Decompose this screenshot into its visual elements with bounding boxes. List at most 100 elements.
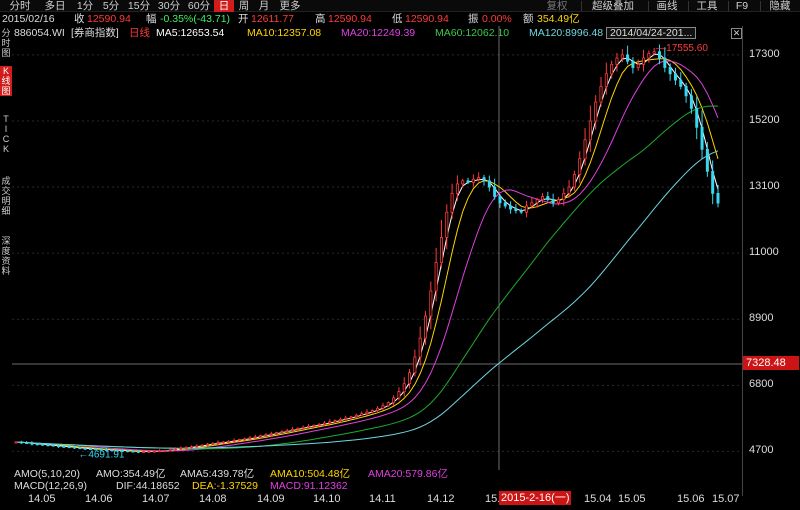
side-tab-4[interactable]: 深度资料	[0, 236, 12, 276]
candle-body-73	[402, 383, 406, 393]
candle-body-124	[673, 73, 677, 81]
candle-body-69	[381, 405, 385, 409]
candle-body-79	[434, 262, 438, 292]
candle-body-32	[184, 446, 188, 449]
period-button-9[interactable]: 月	[254, 0, 274, 12]
candle-body-7	[51, 444, 55, 447]
tool-button-4[interactable]: F9	[730, 0, 754, 12]
price-tick-1: 6800	[749, 378, 774, 391]
side-tab-2[interactable]: TICK	[0, 114, 12, 154]
date-tick-10: 15.04	[584, 493, 612, 505]
price-tick-4: 13100	[749, 180, 780, 193]
period-toolbar: 分时 多日 1分 5分 15分 30分 60分日周月更多 复权 超级叠加 画线 工具 F9 隐藏	[0, 0, 800, 12]
amplitude-value: 0.00%	[482, 13, 512, 25]
candle-body-72	[397, 391, 401, 399]
candle-body-9	[62, 445, 66, 448]
candle-body-26	[152, 450, 156, 453]
candle-body-63	[349, 416, 353, 419]
candle-body-101	[551, 199, 555, 204]
candle-body-130	[705, 148, 709, 172]
period-button-7[interactable]: 日	[214, 0, 234, 12]
candle-body-100	[546, 196, 550, 201]
cursor-date-marker: 2015-2-16(一)	[499, 491, 572, 505]
candle-body-109	[594, 101, 598, 122]
period-button-1[interactable]: 多日	[38, 0, 72, 12]
amount-label: 额	[523, 13, 534, 25]
side-tab-0[interactable]: 分时图	[0, 28, 12, 58]
high-label: 高	[315, 13, 326, 25]
candle-body-2	[25, 442, 29, 445]
candle-body-126	[684, 85, 688, 97]
candle-body-51	[285, 430, 289, 433]
period-button-4[interactable]: 15分	[124, 0, 154, 12]
high-value: 12590.94	[328, 13, 372, 25]
candle-body-1	[19, 441, 23, 444]
period-button-0[interactable]: 分时	[2, 0, 38, 12]
low-label: 低	[392, 13, 403, 25]
date-tick-12: 15.06	[677, 493, 705, 505]
period-button-8[interactable]: 周	[234, 0, 254, 12]
candle-body-31	[179, 447, 183, 450]
ma-line-ma10	[15, 58, 719, 452]
candle-body-112	[610, 63, 614, 75]
candle-body-45	[253, 436, 257, 439]
candle-body-46	[259, 435, 263, 438]
candle-body-57	[317, 423, 321, 426]
candle-body-128	[695, 107, 699, 128]
candle-body-103	[562, 192, 566, 201]
candle-body-114	[620, 54, 624, 59]
candle-body-42	[237, 439, 241, 441]
candle-body-113	[615, 57, 619, 65]
date-tick-5: 14.10	[313, 493, 341, 505]
change-value: -0.35%(-43.71)	[160, 13, 231, 25]
period-button-10[interactable]: 更多	[274, 0, 306, 12]
tool-button-0[interactable]: 复权	[537, 0, 577, 12]
candle-body-102	[556, 199, 560, 204]
side-tab-3[interactable]: 成交明细	[0, 176, 12, 216]
tool-button-2[interactable]: 画线	[650, 0, 684, 12]
candle-body-120	[652, 51, 656, 54]
tool-button-1[interactable]: 超级叠加	[583, 0, 643, 12]
candle-body-116	[631, 60, 635, 68]
candle-body-107	[583, 139, 587, 160]
candle-body-87	[477, 177, 481, 180]
candle-body-49	[275, 432, 279, 435]
candle-body-89	[487, 180, 491, 188]
candle-body-59	[328, 421, 332, 424]
amo-indicator: AMO(5,10,20) AMO:354.49亿 AMA5:439.78亿 AM…	[12, 468, 742, 480]
ma-line-ma120	[15, 150, 719, 449]
date-tick-1: 14.06	[85, 493, 113, 505]
candle-body-106	[578, 158, 582, 175]
period-button-2[interactable]: 1分	[72, 0, 98, 12]
ama10-value: AMA10:504.48亿	[270, 468, 350, 480]
amount-value: 354.49亿	[537, 13, 580, 25]
candle-body-36	[205, 443, 209, 446]
candle-body-38	[216, 442, 220, 445]
kline-chart[interactable]: —17555.60 ←4691.91	[12, 26, 742, 470]
candle-body-117	[636, 63, 640, 68]
side-tab-1[interactable]: K线图	[0, 66, 12, 96]
candle-body-76	[418, 337, 422, 358]
period-button-3[interactable]: 5分	[98, 0, 124, 12]
candle-body-74	[408, 372, 412, 385]
period-button-6[interactable]: 60分	[184, 0, 214, 12]
low-annotation: ←4691.91	[78, 450, 125, 461]
tool-button-5[interactable]: 隐藏	[762, 0, 798, 12]
candle-body-80	[439, 237, 443, 263]
candle-body-53	[296, 428, 300, 430]
candle-body-0	[14, 441, 18, 444]
candle-body-86	[471, 178, 475, 183]
close-label: 收	[74, 13, 85, 25]
candle-body-60	[333, 420, 337, 423]
date-tick-11: 15.05	[618, 493, 646, 505]
candle-body-35	[200, 444, 204, 447]
candle-body-68	[376, 407, 380, 411]
date-tick-4: 14.09	[257, 493, 285, 505]
candle-body-90	[493, 186, 497, 197]
period-button-5[interactable]: 30分	[154, 0, 184, 12]
price-tick-5: 15200	[749, 113, 780, 126]
date-tick-6: 14.11	[369, 493, 396, 505]
tool-button-3[interactable]: 工具	[690, 0, 724, 12]
candle-body-115	[626, 54, 630, 62]
date-tick-2: 14.07	[142, 493, 170, 505]
